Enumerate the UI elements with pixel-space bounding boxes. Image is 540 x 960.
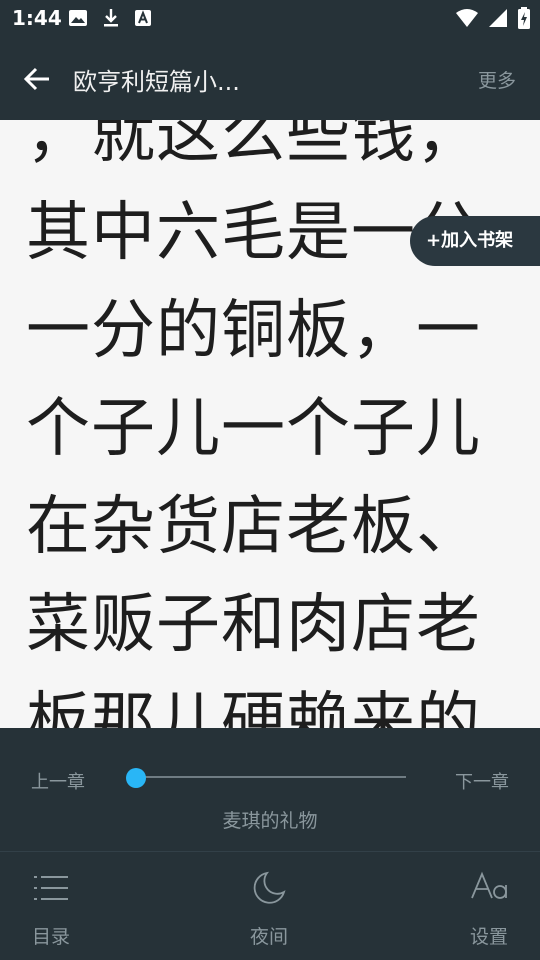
chapter-text: ，就这么些钱，其中六毛是一分一分的铜板，一个子儿一个子儿在杂货店老板、菜贩子和肉…	[26, 120, 481, 728]
reader-control-panel: 上一章 下一章 麦琪的礼物 目录 夜间 设置	[0, 728, 540, 960]
chapter-progress-knob[interactable]	[126, 768, 146, 788]
image-notification-icon	[68, 9, 88, 27]
chapter-title: 麦琪的礼物	[222, 810, 318, 832]
font-notification-icon	[134, 9, 152, 27]
list-icon	[31, 868, 71, 908]
system-icons	[456, 7, 530, 29]
add-to-bookshelf-button[interactable]: +加入书架	[410, 216, 540, 266]
previous-chapter-button[interactable]: 上一章	[31, 768, 85, 794]
tab-table-of-contents[interactable]: 目录	[6, 868, 96, 948]
tab-night-mode[interactable]: 夜间	[224, 868, 314, 948]
tab-toc-label: 目录	[31, 926, 70, 948]
font-size-icon	[469, 868, 509, 908]
tab-settings[interactable]: 设置	[444, 868, 534, 948]
divider	[0, 851, 540, 852]
battery-charging-icon	[518, 7, 530, 29]
back-arrow-icon[interactable]	[20, 62, 54, 96]
tab-settings-label: 设置	[469, 926, 508, 948]
status-bar: 1:44	[0, 0, 540, 36]
book-title: 欧亨利短篇小...	[73, 68, 240, 96]
wifi-icon	[456, 8, 478, 28]
next-chapter-button[interactable]: 下一章	[455, 768, 509, 794]
status-time: 1:44	[12, 6, 62, 30]
reading-area[interactable]: ，就这么些钱，其中六毛是一分一分的铜板，一个子儿一个子儿在杂货店老板、菜贩子和肉…	[0, 120, 540, 728]
cellular-signal-icon	[488, 8, 508, 28]
download-icon	[102, 8, 120, 28]
moon-icon	[249, 868, 289, 908]
notification-icons	[68, 8, 152, 28]
app-bar: 欧亨利短篇小... 更多	[0, 36, 540, 120]
tab-night-label: 夜间	[249, 926, 288, 948]
chapter-progress-slider[interactable]	[136, 776, 406, 778]
more-button[interactable]: 更多	[478, 66, 516, 93]
